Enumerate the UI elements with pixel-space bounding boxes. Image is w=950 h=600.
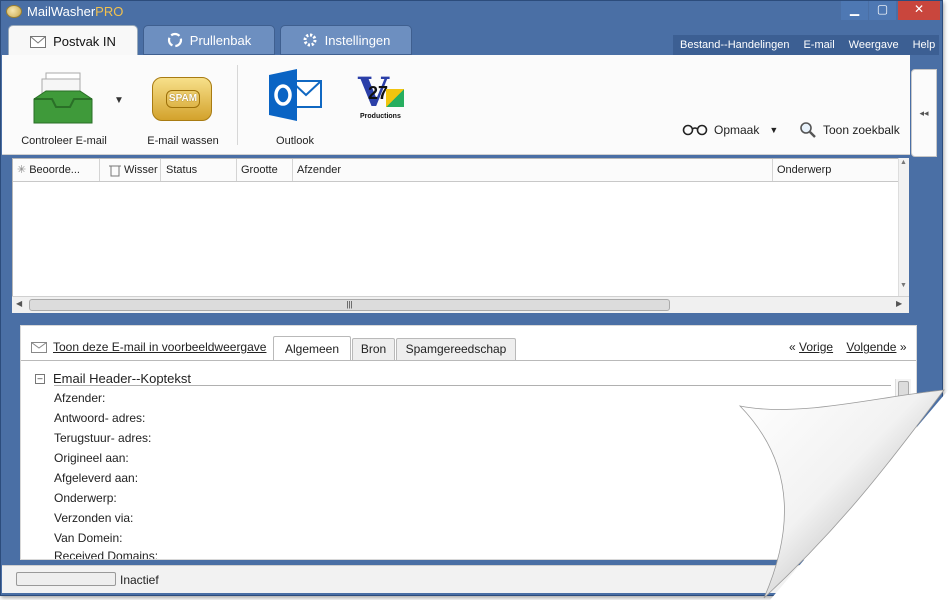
- main-tab-row: Postvak IN Prullenbak Instellingen Besta…: [1, 23, 942, 57]
- status-text: Inactief: [120, 573, 159, 587]
- app-title-suffix: PRO: [95, 4, 124, 19]
- chevron-down-icon: ▼: [769, 125, 779, 135]
- tab-instellingen[interactable]: Instellingen: [280, 25, 412, 55]
- column-status[interactable]: Status: [162, 159, 237, 181]
- column-grootte[interactable]: Grootte: [237, 159, 293, 181]
- menu-bestand[interactable]: Bestand--Handelingen: [673, 39, 796, 51]
- show-preview-label: Toon deze E-mail in voorbeeldweergave: [53, 340, 267, 354]
- recycle-icon: [167, 32, 182, 48]
- app-logo-icon: [6, 5, 22, 18]
- column-beoordeling[interactable]: ✳ Beoorde...: [13, 159, 100, 181]
- tab-prullenbak[interactable]: Prullenbak: [143, 25, 275, 55]
- message-list-header: ✳ Beoorde... Wisser Status Grootte Afzen…: [13, 159, 908, 182]
- tab-postvak-in[interactable]: Postvak IN: [8, 25, 138, 57]
- check-mail-button[interactable]: Controleer E-mail: [16, 65, 112, 155]
- message-list[interactable]: ✳ Beoorde... Wisser Status Grootte Afzen…: [12, 158, 909, 313]
- previous-arrow-icon: «: [789, 340, 796, 354]
- opmaak-button[interactable]: Opmaak ▼: [682, 123, 778, 137]
- menu-help[interactable]: Help: [906, 39, 943, 51]
- scroll-up-arrow-icon[interactable]: ▲: [900, 159, 907, 166]
- maximize-button[interactable]: ▢: [869, 1, 896, 20]
- tab-instellingen-label: Instellingen: [324, 32, 391, 48]
- menu-weergave[interactable]: Weergave: [842, 39, 906, 51]
- column-beoordeling-label: Beoorde...: [29, 164, 80, 176]
- preview-toolbar: Toon deze E-mail in voorbeeldweergave Al…: [21, 326, 916, 360]
- field-afgeleverd-aan: Afgeleverd aan:: [54, 471, 139, 485]
- column-afzender-label: Afzender: [297, 164, 342, 176]
- field-origineel-aan: Origineel aan:: [54, 451, 129, 465]
- collapse-minus-icon[interactable]: –: [35, 373, 45, 384]
- section-divider: [54, 385, 891, 386]
- tab-postvak-in-label: Postvak IN: [53, 34, 116, 49]
- tab-spamgereedschap[interactable]: Spamgereedschap: [396, 338, 516, 360]
- minimize-button[interactable]: ▁: [841, 1, 868, 20]
- tab-prullenbak-label: Prullenbak: [189, 32, 252, 48]
- field-onderwerp: Onderwerp:: [54, 491, 117, 505]
- scroll-right-arrow-icon[interactable]: ▶: [896, 299, 902, 308]
- message-list-horizontal-scrollbar[interactable]: ◀ ||| ▶: [12, 296, 909, 313]
- column-wisser-label: Wisser: [124, 164, 158, 176]
- scroll-down-arrow-icon[interactable]: ▼: [900, 282, 907, 289]
- gear-icon: [303, 33, 317, 47]
- message-list-vertical-scrollbar[interactable]: ▲ ▼: [898, 158, 909, 296]
- outlook-label: Outlook: [276, 135, 314, 147]
- field-antwoord-adres: Antwoord- adres:: [54, 411, 146, 425]
- column-afzender[interactable]: Afzender: [293, 159, 773, 181]
- field-van-domein: Van Domein:: [54, 531, 123, 545]
- column-onderwerp-label: Onderwerp: [777, 164, 832, 176]
- rating-star-icon: ✳: [17, 164, 27, 176]
- email-header-section-title: – Email Header--Koptekst: [35, 371, 191, 386]
- side-panel-collapse-button[interactable]: ◂◂: [911, 69, 937, 157]
- field-afzender: Afzender:: [54, 391, 106, 405]
- ribbon-toolbar: Controleer E-mail ▼ SPAM E-mail wassen O…: [2, 55, 910, 155]
- field-received-domains: Received Domains:: [54, 549, 159, 559]
- show-preview-link[interactable]: Toon deze E-mail in voorbeeldweergave: [31, 340, 266, 354]
- email-header-title-text: Email Header--Koptekst: [53, 371, 191, 386]
- menu-email[interactable]: E-mail: [796, 39, 841, 51]
- envelope-icon: [31, 341, 47, 353]
- column-wisser[interactable]: Wisser: [105, 159, 161, 181]
- menu-bar: Bestand--Handelingen E-mail Weergave Hel…: [673, 35, 939, 55]
- outlook-button[interactable]: Outlook: [261, 65, 329, 155]
- tab-bron[interactable]: Bron: [352, 338, 395, 360]
- glasses-icon: [682, 124, 708, 136]
- previous-link[interactable]: Vorige: [799, 340, 833, 354]
- inbox-tray-icon: [33, 72, 93, 124]
- trash-icon: [109, 165, 121, 177]
- progress-bar: [16, 572, 116, 586]
- magnifier-icon: [800, 122, 816, 138]
- scroll-left-arrow-icon[interactable]: ◀: [16, 299, 22, 308]
- field-verzonden-via: Verzonden via:: [54, 511, 134, 525]
- next-link[interactable]: Volgende: [846, 340, 896, 354]
- show-search-bar-button[interactable]: Toon zoekbalk: [799, 121, 900, 139]
- v27-productions-button[interactable]: V 27 Productions: [352, 65, 418, 155]
- spam-badge-text: SPAM: [166, 90, 200, 108]
- ribbon-separator: [237, 65, 238, 145]
- outlook-icon: [269, 69, 322, 121]
- v27-logo-icon: V 27 Productions: [358, 73, 412, 125]
- envelope-icon: [30, 35, 47, 48]
- v27-caption: Productions: [360, 113, 401, 120]
- opmaak-label: Opmaak: [714, 123, 760, 137]
- title-bar: MailWasherPRO ▁ ▢ ✕: [1, 1, 942, 23]
- page-curl-decoration: [738, 388, 950, 600]
- column-status-label: Status: [166, 164, 198, 176]
- spam-badge-icon: SPAM: [152, 77, 212, 121]
- check-mail-label: Controleer E-mail: [21, 135, 107, 147]
- horizontal-scroll-thumb[interactable]: |||: [29, 299, 670, 311]
- check-mail-dropdown-icon[interactable]: ▼: [114, 95, 124, 106]
- close-button[interactable]: ✕: [898, 1, 940, 20]
- column-onderwerp[interactable]: Onderwerp: [773, 159, 908, 181]
- field-terugstuur-adres: Terugstuur- adres:: [54, 431, 152, 445]
- wash-mail-label: E-mail wassen: [147, 135, 219, 147]
- app-title-main: MailWasher: [27, 4, 96, 19]
- column-grootte-label: Grootte: [241, 164, 278, 176]
- next-arrow-icon: »: [899, 340, 907, 354]
- show-search-bar-label: Toon zoekbalk: [823, 123, 900, 137]
- message-navigation: « Vorige Volgende »: [789, 340, 907, 354]
- tab-algemeen[interactable]: Algemeen: [273, 336, 351, 360]
- app-title: MailWasherPRO: [27, 4, 123, 19]
- wash-mail-button[interactable]: SPAM E-mail wassen: [144, 65, 222, 155]
